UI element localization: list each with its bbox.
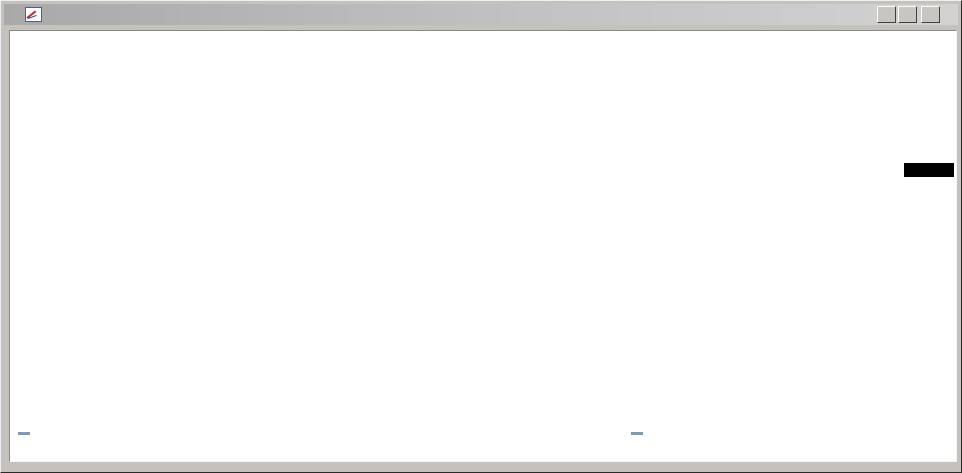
chart-canvas[interactable] (1, 1, 962, 473)
current-price-badge (904, 163, 954, 177)
chart-window (0, 0, 962, 473)
month-badge-april (631, 432, 643, 435)
month-badge-march (18, 432, 30, 435)
chart-client-area (9, 30, 957, 462)
